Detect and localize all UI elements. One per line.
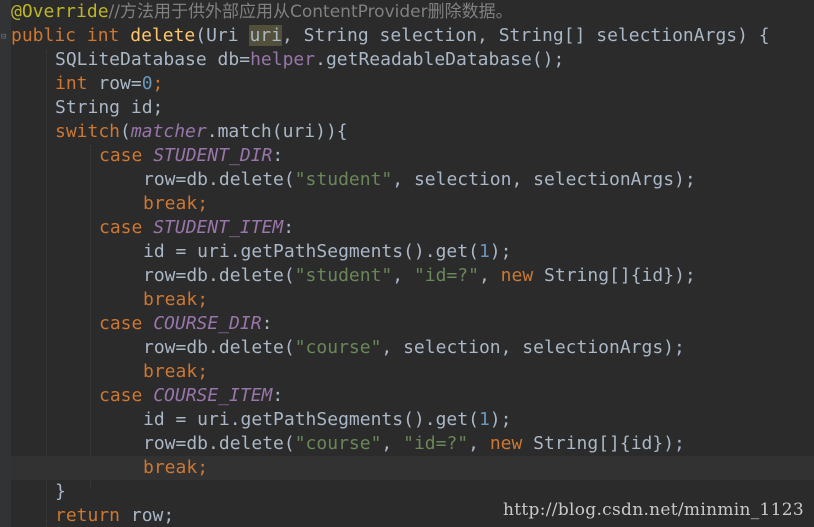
code-line-20: break;	[11, 456, 814, 480]
watermark: http://blog.csdn.net/minmin_1123	[503, 500, 804, 520]
highlighted-identifier: uri	[249, 25, 282, 46]
code-text: );	[489, 241, 512, 262]
code-line-3: SQLiteDatabase db=helper.getReadableData…	[11, 48, 814, 72]
code-text: String[]{id});	[533, 265, 696, 286]
code-text: , String selection, String[] selectionAr…	[281, 25, 770, 46]
string: "id=?"	[413, 265, 479, 286]
code-text: row=db.delete(	[143, 265, 295, 286]
code-line-6: switch(matcher.match(uri)){	[11, 120, 814, 144]
code-text: String[]{id});	[522, 433, 685, 454]
code-line-13: break;	[11, 288, 814, 312]
code-line-17: case COURSE_ITEM:	[11, 384, 814, 408]
code-text: row=db.delete(	[143, 169, 295, 190]
code-line-14: case COURSE_DIR:	[11, 312, 814, 336]
code-text: (	[120, 121, 131, 142]
code-text: id = uri.getPathSegments().get(	[143, 409, 479, 430]
keyword: return	[55, 505, 121, 526]
code-text: row=	[87, 73, 142, 94]
number: 1	[478, 241, 490, 262]
code-text: :	[283, 217, 295, 238]
constant: COURSE_DIR	[153, 313, 262, 334]
number: 1	[478, 409, 490, 430]
comment: //方法用于供外部应用从ContentProvider删除数据。	[108, 2, 513, 22]
code-line-8: row=db.delete("student", selection, sele…	[11, 168, 814, 192]
code-line-1: @Override//方法用于供外部应用从ContentProvider删除数据…	[11, 0, 814, 24]
string: "course"	[294, 433, 382, 454]
code-line-7: case STUDENT_DIR:	[11, 144, 814, 168]
keyword: case	[99, 313, 154, 334]
code-text: row;	[120, 505, 175, 526]
field: matcher	[130, 121, 207, 142]
code-text: String id;	[55, 97, 164, 118]
code-area[interactable]: @Override//方法用于供外部应用从ContentProvider删除数据…	[11, 0, 814, 527]
code-text: ;	[197, 361, 209, 382]
code-line-16: break;	[11, 360, 814, 384]
fold-icon[interactable]: ⊟	[1, 31, 9, 43]
code-text: ;	[197, 457, 209, 478]
code-text: ;	[152, 73, 164, 94]
code-text: :	[272, 145, 284, 166]
code-line-5: String id;	[11, 96, 814, 120]
code-text: ;	[197, 289, 209, 310]
code-text: .match(uri)){	[206, 121, 348, 142]
keyword: break	[143, 361, 198, 382]
code-text: id = uri.getPathSegments().get(	[143, 241, 479, 262]
number: 0	[141, 73, 153, 94]
keyword: int	[55, 73, 88, 94]
code-text: ;	[197, 193, 209, 214]
string: "id=?"	[403, 433, 469, 454]
code-text: .getReadableDatabase();	[315, 49, 565, 70]
code-line-2: public int delete(Uri uri, String select…	[11, 24, 814, 48]
code-text: :	[261, 313, 273, 334]
field: helper	[250, 49, 316, 70]
code-line-10: case STUDENT_ITEM:	[11, 216, 814, 240]
code-editor[interactable]: ⊟ @Override//方法用于供外部应用从ContentProvider删除…	[0, 0, 814, 527]
constant: COURSE_ITEM	[153, 385, 273, 406]
keyword: case	[99, 217, 154, 238]
keyword: new	[500, 265, 534, 286]
keyword: new	[489, 433, 523, 454]
code-text: SQLiteDatabase db=	[55, 49, 251, 70]
string: "student"	[294, 265, 393, 286]
code-text: ,	[468, 433, 490, 454]
code-line-4: int row=0;	[11, 72, 814, 96]
keyword: int	[86, 25, 120, 46]
keyword: break	[143, 193, 198, 214]
code-text: :	[272, 385, 284, 406]
code-text: );	[489, 409, 512, 430]
constant: STUDENT_DIR	[153, 145, 273, 166]
code-text: row=db.delete(	[143, 337, 295, 358]
constant: STUDENT_ITEM	[153, 217, 284, 238]
string: "student"	[294, 169, 393, 190]
code-line-15: row=db.delete("course", selection, selec…	[11, 336, 814, 360]
code-line-18: id = uri.getPathSegments().get(1);	[11, 408, 814, 432]
method-name: delete	[130, 25, 196, 46]
code-text: ,	[392, 265, 414, 286]
keyword: break	[143, 457, 198, 478]
code-text: ,	[381, 433, 404, 454]
keyword: case	[99, 145, 154, 166]
code-line-19: row=db.delete("course", "id=?", new Stri…	[11, 432, 814, 456]
code-text: (Uri	[195, 25, 250, 46]
code-line-11: id = uri.getPathSegments().get(1);	[11, 240, 814, 264]
code-text: row=db.delete(	[143, 433, 295, 454]
string: "course"	[294, 337, 382, 358]
editor-gutter[interactable]: ⊟	[0, 0, 11, 527]
code-line-9: break;	[11, 192, 814, 216]
keyword: break	[143, 289, 198, 310]
keyword: case	[99, 385, 154, 406]
code-line-12: row=db.delete("student", "id=?", new Str…	[11, 264, 814, 288]
code-text: , selection, selectionArgs);	[392, 169, 696, 190]
annotation: @Override	[11, 1, 109, 22]
code-text: }	[55, 481, 66, 502]
code-text: ,	[478, 265, 501, 286]
code-text: , selection, selectionArgs);	[381, 337, 685, 358]
keyword: switch	[55, 121, 121, 142]
keyword: public	[11, 25, 77, 46]
